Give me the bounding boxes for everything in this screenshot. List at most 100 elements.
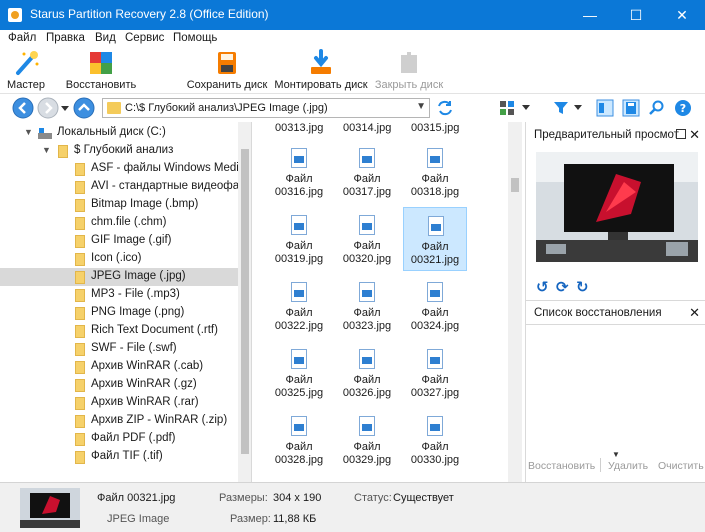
preview-photo	[536, 152, 698, 262]
file-item[interactable]: Файл 00318.jpg	[403, 140, 467, 204]
forward-arrow-icon[interactable]	[37, 97, 59, 119]
file-item[interactable]: Файл 00328.jpg	[267, 408, 331, 472]
grid-scroll-thumb[interactable]	[511, 178, 519, 192]
tree-item-drive[interactable]: ▼ Локальный диск (C:)	[0, 124, 238, 142]
tree-item-folder[interactable]: Архив WinRAR (.rar)	[0, 394, 238, 412]
wizard-button[interactable]: Мастер	[4, 48, 48, 94]
file-name: 00329.jpg	[342, 454, 392, 466]
file-prefix: Файл	[421, 307, 449, 319]
folder-icon	[107, 102, 121, 114]
chevron-down-icon[interactable]: ▼	[416, 101, 426, 112]
file-item[interactable]: Файл 00320.jpg	[335, 207, 399, 271]
minimize-button[interactable]: —	[567, 0, 613, 30]
restore-button[interactable]: Восстановить	[62, 48, 140, 94]
file-name: 00316.jpg	[274, 186, 324, 198]
menu-edit[interactable]: Правка	[46, 32, 85, 44]
recovery-delete-button[interactable]: Удалить	[608, 460, 648, 472]
image-file-icon	[291, 349, 307, 369]
tree-item-folder[interactable]: SWF - File (.swf)	[0, 340, 238, 358]
file-item[interactable]: Файл 00329.jpg	[335, 408, 399, 472]
tree-item-folder[interactable]: PNG Image (.png)	[0, 304, 238, 322]
tree-item-label: SWF - File (.swf)	[91, 342, 177, 354]
file-item[interactable]: Файл 00317.jpg	[335, 140, 399, 204]
tree-item-folder[interactable]: chm.file (.chm)	[0, 214, 238, 232]
tree-item-folder[interactable]: JPEG Image (.jpg)	[0, 268, 238, 286]
tree-item-folder[interactable]: Файл PDF (.pdf)	[0, 430, 238, 448]
close-icon[interactable]: ✕	[689, 305, 700, 321]
tree-item-label: chm.file (.chm)	[91, 216, 167, 228]
flip-icon[interactable]: ⟳	[556, 278, 572, 296]
list-dropdown-icon[interactable]: ▼	[612, 450, 620, 459]
file-name: 00317.jpg	[342, 186, 392, 198]
tree-item-folder[interactable]: GIF Image (.gif)	[0, 232, 238, 250]
search-icon[interactable]	[648, 99, 666, 117]
rotate-left-icon[interactable]: ↺	[536, 278, 552, 296]
file-item[interactable]: Файл 00326.jpg	[335, 341, 399, 405]
file-item[interactable]: Файл 00316.jpg	[267, 140, 331, 204]
recovery-clear-button[interactable]: Очистить	[658, 460, 704, 472]
file-name: 00319.jpg	[274, 253, 324, 265]
tree-item-label: AVI - стандартные видеофайл	[91, 180, 252, 192]
tree-item-folder[interactable]: AVI - стандартные видеофайл	[0, 178, 251, 196]
pin-icon[interactable]	[676, 129, 686, 139]
folder-icon	[75, 379, 85, 392]
refresh-icon[interactable]	[436, 99, 454, 117]
mount-disk-icon	[311, 49, 331, 74]
file-item[interactable]: Файл 00319.jpg	[267, 207, 331, 271]
close-icon[interactable]: ✕	[689, 127, 700, 143]
tree-item-folder[interactable]: ASF - файлы Windows Media (	[0, 160, 251, 178]
tree-scroll-thumb[interactable]	[241, 149, 249, 454]
tree-item-deep-analysis[interactable]: ▼ $ Глубокий анализ	[0, 142, 238, 160]
file-name: 00323.jpg	[342, 320, 392, 332]
collapse-arrow-icon[interactable]: ▼	[42, 145, 51, 155]
file-item[interactable]: Файл 00323.jpg	[335, 274, 399, 338]
help-icon[interactable]: ?	[674, 99, 692, 117]
folder-icon	[75, 325, 85, 338]
file-item[interactable]: Файл 00330.jpg	[403, 408, 467, 472]
filter-dropdown-icon[interactable]	[574, 105, 582, 111]
tree-item-folder[interactable]: Rich Text Document (.rtf)	[0, 322, 238, 340]
maximize-button[interactable]: ☐	[613, 0, 659, 30]
mount-disk-button[interactable]: Монтировать диск	[272, 48, 370, 94]
view-dropdown-icon[interactable]	[522, 105, 530, 111]
file-prefix: Файл	[421, 241, 449, 253]
menu-service[interactable]: Сервис	[125, 32, 164, 44]
rotate-right-icon[interactable]: ↻	[576, 278, 592, 296]
recovery-restore-button[interactable]: Восстановить	[528, 460, 595, 472]
tree-item-folder[interactable]: Архив ZIP - WinRAR (.zip)	[0, 412, 238, 430]
file-item[interactable]: Файл 00321.jpg	[403, 207, 467, 271]
tree-item-folder[interactable]: Файл TIF (.tif)	[0, 448, 238, 466]
back-arrow-icon[interactable]	[12, 97, 34, 119]
tree-item-folder[interactable]: Icon (.ico)	[0, 250, 238, 268]
save-icon[interactable]	[622, 99, 640, 117]
view-mode-icon[interactable]	[498, 99, 516, 117]
up-arrow-icon[interactable]	[73, 97, 95, 119]
file-item[interactable]: Файл 00322.jpg	[267, 274, 331, 338]
close-disk-button[interactable]: Закрыть диск	[374, 48, 444, 94]
tree-item-folder[interactable]: Bitmap Image (.bmp)	[0, 196, 238, 214]
path-field[interactable]: C:\$ Глубокий анализ\JPEG Image (.jpg) ▼	[102, 98, 430, 118]
menu-view[interactable]: Вид	[95, 32, 116, 44]
close-button[interactable]: ✕	[659, 0, 705, 30]
menu-help[interactable]: Помощь	[173, 32, 217, 44]
file-item[interactable]: Файл 00327.jpg	[403, 341, 467, 405]
file-prefix: Файл	[353, 441, 381, 453]
file-item[interactable]: Файл 00325.jpg	[267, 341, 331, 405]
folder-icon	[58, 145, 68, 158]
grid-scrollbar[interactable]	[508, 122, 522, 482]
tree-item-folder[interactable]: Архив WinRAR (.gz)	[0, 376, 238, 394]
tree-item-folder[interactable]: MP3 - File (.mp3)	[0, 286, 238, 304]
panel-toggle-icon[interactable]	[596, 99, 614, 117]
address-bar: C:\$ Глубокий анализ\JPEG Image (.jpg) ▼…	[0, 94, 705, 122]
file-item[interactable]: Файл 00324.jpg	[403, 274, 467, 338]
tree-scrollbar[interactable]	[238, 122, 251, 482]
file-prefix: Файл	[353, 307, 381, 319]
filter-icon[interactable]	[552, 99, 570, 117]
collapse-arrow-icon[interactable]: ▼	[24, 127, 33, 137]
tree-item-folder[interactable]: Архив WinRAR (.cab)	[0, 358, 238, 376]
menu-file[interactable]: Файл	[8, 32, 36, 44]
save-disk-button[interactable]: Сохранить диск	[186, 48, 268, 94]
file-prefix: Файл	[285, 374, 313, 386]
image-file-icon	[359, 148, 375, 168]
history-dropdown-icon[interactable]	[61, 104, 69, 112]
